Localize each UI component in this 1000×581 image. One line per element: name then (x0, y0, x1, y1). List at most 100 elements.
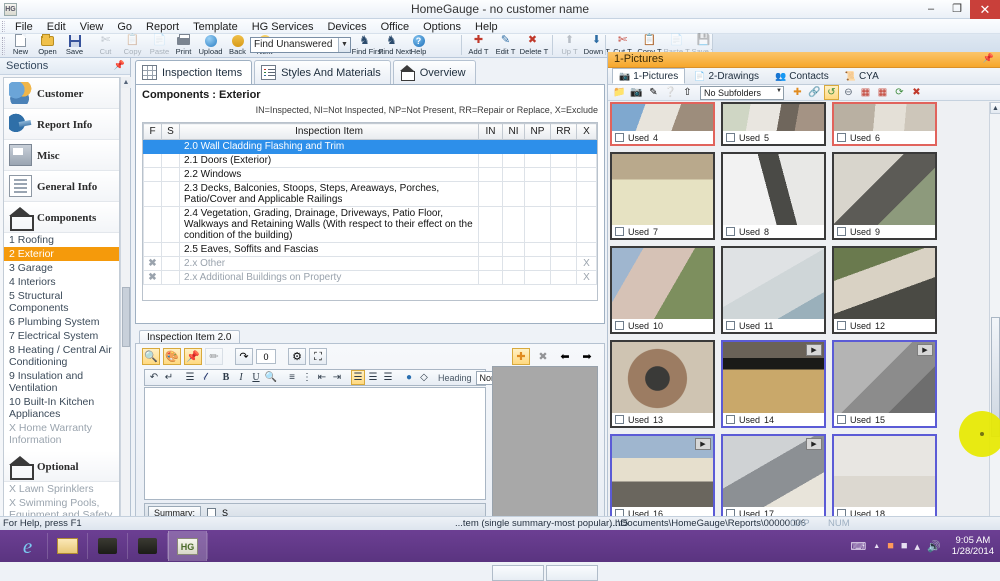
editor-textarea[interactable] (144, 387, 486, 500)
cell-ni[interactable] (503, 154, 525, 168)
video-play-icon[interactable]: ▶ (806, 438, 822, 450)
picture-thumbnail[interactable] (723, 248, 824, 321)
new-button[interactable]: New (7, 34, 34, 58)
taskbar-internet-explorer-icon[interactable]: e (8, 531, 47, 561)
cell-in[interactable] (479, 140, 503, 154)
used-checkbox[interactable] (837, 321, 846, 330)
used-checkbox[interactable] (615, 133, 624, 142)
align-left-icon[interactable]: ☰ (351, 370, 365, 385)
italic-icon[interactable]: I (234, 370, 248, 385)
cell-in[interactable] (479, 271, 503, 285)
upload-picture-icon[interactable]: ⇧ (680, 85, 695, 100)
cell-in[interactable] (479, 207, 503, 243)
sidebar-item-x-home-warranty-information[interactable]: X Home Warranty Information (4, 421, 119, 447)
editor-tab[interactable]: Inspection Item 2.0 (139, 330, 240, 343)
picture-thumbnail[interactable] (612, 342, 713, 415)
cell-np[interactable] (525, 271, 551, 285)
tab-1-pictures[interactable]: 📷1-Pictures (612, 68, 685, 84)
cell-in[interactable] (479, 182, 503, 207)
cell-np[interactable] (525, 168, 551, 182)
help-icon[interactable]: ❔ (663, 85, 678, 100)
cell-s[interactable] (162, 154, 180, 168)
picture-thumbnail[interactable] (834, 248, 935, 321)
cell-f[interactable] (144, 168, 162, 182)
table-row[interactable]: 2.0 Wall Cladding Flashing and Trim (144, 140, 597, 154)
find-first-button[interactable]: ♞Find First (351, 34, 378, 58)
delete-t-button[interactable]: ✖Delete T (519, 34, 546, 58)
used-checkbox[interactable] (615, 321, 624, 330)
cell-item[interactable]: 2.3 Decks, Balconies, Stoops, Steps, Are… (180, 182, 479, 207)
section-category-report-info[interactable]: Report Info (4, 109, 119, 140)
large-thumbs-icon[interactable]: ▦ (875, 85, 890, 100)
column-header-f[interactable]: F (144, 124, 162, 140)
cell-x[interactable]: X (577, 271, 597, 285)
tab-overview[interactable]: Overview (393, 60, 476, 84)
cell-np[interactable] (525, 257, 551, 271)
cell-rr[interactable] (551, 271, 577, 285)
network-icon[interactable]: ▴ (915, 540, 921, 553)
menu-item-view[interactable]: View (73, 19, 111, 34)
cell-in[interactable] (479, 154, 503, 168)
picture-tile[interactable]: Used18 (832, 434, 937, 522)
refresh-green-icon[interactable]: ⟳ (892, 85, 907, 100)
cell-item[interactable]: 2.2 Windows (180, 168, 479, 182)
rotate-angle-input[interactable]: 0 (256, 349, 276, 364)
cell-s[interactable] (162, 207, 180, 243)
print-button[interactable]: Print (170, 34, 197, 58)
cell-ni[interactable] (503, 257, 525, 271)
picture-tile[interactable]: Used12 (832, 246, 937, 334)
show-hidden-icons-icon[interactable]: ▲ (873, 543, 880, 550)
picture-tile[interactable]: Used4 (610, 102, 715, 146)
table-row[interactable]: 2.3 Decks, Balconies, Stoops, Steps, Are… (144, 182, 597, 207)
used-checkbox[interactable] (726, 321, 735, 330)
preview-action-1[interactable] (492, 565, 544, 581)
text-lines-icon[interactable]: ☰ (183, 370, 197, 385)
menu-item-file[interactable]: File (8, 19, 40, 34)
inspection-items-grid[interactable]: FSInspection ItemINNINPRRX 2.0 Wall Clad… (142, 122, 598, 301)
popout-icon[interactable]: ⛶ (309, 348, 327, 365)
cell-s[interactable] (162, 243, 180, 257)
picture-tile[interactable]: Used13 (610, 340, 715, 428)
cell-f[interactable] (144, 243, 162, 257)
video-play-icon[interactable]: ▶ (695, 438, 711, 450)
cell-in[interactable] (479, 243, 503, 257)
menu-item-template[interactable]: Template (186, 19, 245, 34)
table-row[interactable]: 2.4 Vegetation, Grading, Drainage, Drive… (144, 207, 597, 243)
indent-icon[interactable]: ⇥ (330, 370, 344, 385)
open-folder-icon[interactable]: 📁 (612, 85, 627, 100)
upload-button[interactable]: Upload (197, 34, 224, 58)
close-button[interactable]: ✕ (970, 0, 1000, 19)
back-button[interactable]: Back (224, 34, 251, 58)
remove-picture-icon[interactable]: ⊖ (841, 85, 856, 100)
cell-x[interactable] (577, 154, 597, 168)
align-center-icon[interactable]: ☰ (366, 370, 380, 385)
cell-item[interactable]: 2.x Other (180, 257, 479, 271)
cell-f[interactable] (144, 140, 162, 154)
bold-icon[interactable]: B (219, 370, 233, 385)
camera-icon[interactable]: 📷 (629, 85, 644, 100)
used-checkbox[interactable] (837, 227, 846, 236)
picture-thumbnail[interactable] (612, 154, 713, 227)
edit-t-button[interactable]: ✎Edit T (492, 34, 519, 58)
menu-item-edit[interactable]: Edit (40, 19, 73, 34)
delete-red-icon[interactable]: ✖ (909, 85, 924, 100)
used-checkbox[interactable] (615, 415, 624, 424)
picture-tile[interactable]: ▶Used15 (832, 340, 937, 428)
stamp-icon[interactable]: 📌 (184, 348, 202, 365)
cell-rr[interactable] (551, 154, 577, 168)
cell-s[interactable] (162, 182, 180, 207)
picture-tile[interactable]: ▶Used17 (721, 434, 826, 522)
cell-ni[interactable] (503, 182, 525, 207)
chevron-down-icon[interactable]: ▼ (776, 88, 782, 94)
video-play-icon[interactable]: ▶ (806, 344, 822, 356)
save-button[interactable]: Save (61, 34, 88, 58)
pictures-scrollbar[interactable]: ▲ ▼ (989, 102, 1000, 528)
keyboard-icon[interactable]: ⌨ (850, 540, 866, 553)
picture-tile[interactable]: Used8 (721, 152, 826, 240)
table-row[interactable]: ✖2.x OtherX (144, 257, 597, 271)
find-next-button[interactable]: ♞Find Next (378, 34, 405, 58)
cell-x[interactable] (577, 140, 597, 154)
used-checkbox[interactable] (726, 415, 735, 424)
section-category-optional[interactable]: Optional (4, 451, 119, 482)
menu-item-office[interactable]: Office (374, 19, 417, 34)
